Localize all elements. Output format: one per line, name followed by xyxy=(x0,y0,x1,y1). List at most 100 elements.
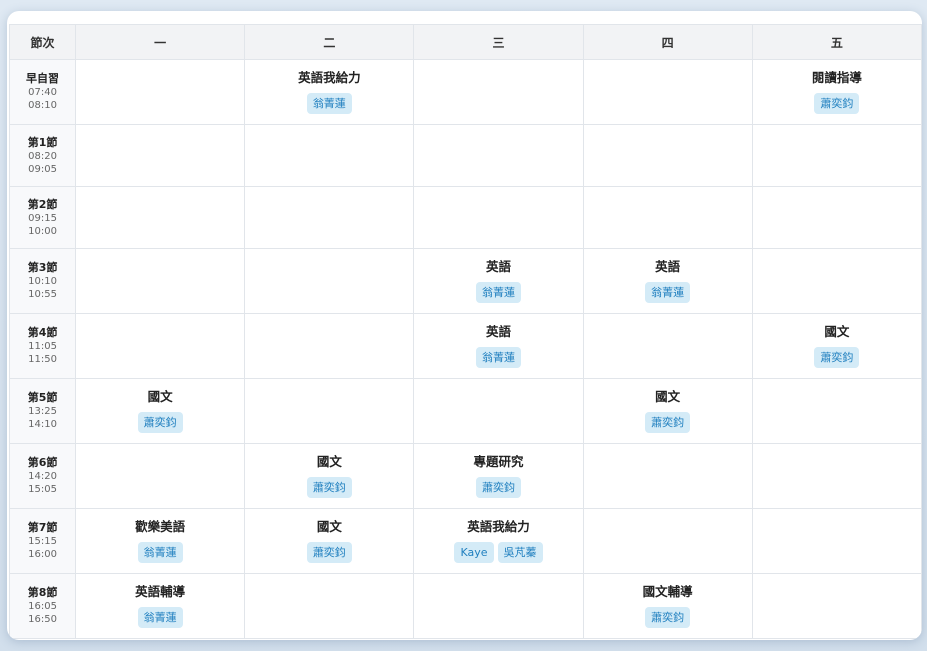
class-cell xyxy=(582,124,753,187)
teacher-list: 翁菁蓮 xyxy=(76,542,244,563)
teacher-tag[interactable]: 吳芃蓁 xyxy=(497,542,543,563)
class-cell xyxy=(751,573,922,639)
teacher-list: 蕭奕鈞 xyxy=(753,347,921,368)
teacher-tag[interactable]: 翁菁蓮 xyxy=(137,542,183,563)
period-start-time: 10:10 xyxy=(28,276,57,287)
timetable-body: 早自習 07:40 08:10 英語我給力 翁菁蓮 閱讀指導 蕭奕鈞 第1節 08:20 09:0… xyxy=(8,59,922,639)
period-cell: 第4節 11:05 11:50 xyxy=(8,313,77,379)
period-cell: 第6節 14:20 15:05 xyxy=(8,443,77,509)
teacher-tag[interactable]: 蕭奕鈞 xyxy=(306,477,352,498)
timetable: 節次 一 二 三 四 五 早自習 07:40 08:10 英語我給力 翁菁蓮 閱讀指導 蕭奕… xyxy=(8,24,922,639)
period-start-time: 14:20 xyxy=(28,471,57,482)
subject-name: 歡樂美語 xyxy=(135,519,186,534)
subject-name: 國文 xyxy=(316,454,342,469)
class-cell[interactable]: 國文 蕭奕鈞 xyxy=(244,508,415,574)
class-cell[interactable]: 英語 翁菁蓮 xyxy=(413,313,584,379)
class-cell xyxy=(75,248,246,314)
teacher-tag[interactable]: 蕭奕鈞 xyxy=(306,542,352,563)
teacher-tag[interactable]: 蕭奕鈞 xyxy=(645,607,691,628)
teacher-list: 翁菁蓮 xyxy=(584,282,752,303)
period-start-time: 07:40 xyxy=(28,87,57,98)
class-cell[interactable]: 國文 蕭奕鈞 xyxy=(244,443,415,509)
period-end-time: 16:00 xyxy=(28,549,57,560)
timetable-row: 第5節 13:25 14:10 國文 蕭奕鈞 國文 蕭奕鈞 xyxy=(8,378,922,444)
period-end-time: 08:10 xyxy=(28,100,57,111)
period-name: 第2節 xyxy=(27,197,58,211)
teacher-tag[interactable]: 蕭奕鈞 xyxy=(645,412,691,433)
period-start-time: 09:15 xyxy=(28,212,57,224)
period-name: 第8節 xyxy=(27,586,58,599)
class-cell xyxy=(75,59,246,125)
class-cell xyxy=(751,443,922,509)
day-header-fri: 五 xyxy=(751,24,922,60)
class-cell xyxy=(75,186,246,249)
teacher-tag[interactable]: 翁菁蓮 xyxy=(645,282,691,303)
class-cell[interactable]: 國文 蕭奕鈞 xyxy=(582,378,753,444)
class-cell xyxy=(244,573,415,639)
class-cell xyxy=(244,248,415,314)
class-cell xyxy=(751,508,922,574)
teacher-list: Kaye 吳芃蓁 xyxy=(414,542,582,563)
timetable-row: 第2節 09:15 10:00 xyxy=(8,186,922,249)
class-cell xyxy=(751,378,922,444)
teacher-tag[interactable]: 翁菁蓮 xyxy=(475,347,521,368)
teacher-list: 翁菁蓮 xyxy=(245,93,413,114)
class-cell[interactable]: 國文 蕭奕鈞 xyxy=(75,378,246,444)
subject-name: 國文輔導 xyxy=(642,584,693,599)
teacher-tag[interactable]: 蕭奕鈞 xyxy=(137,412,183,433)
class-cell xyxy=(244,313,415,379)
subject-name: 英語我給力 xyxy=(467,519,530,534)
class-cell xyxy=(582,186,753,249)
timetable-row: 第7節 15:15 16:00 歡樂美語 翁菁蓮 國文 蕭奕鈞 英語我給力 Kaye 吳芃蓁 xyxy=(8,508,922,574)
subject-name: 英語 xyxy=(655,259,681,274)
teacher-tag[interactable]: Kaye xyxy=(454,542,494,563)
period-start-time: 13:25 xyxy=(28,406,57,417)
class-cell[interactable]: 英語輔導 翁菁蓮 xyxy=(75,573,246,639)
class-cell[interactable]: 專題研究 蕭奕鈞 xyxy=(413,443,584,509)
subject-name: 國文 xyxy=(655,389,681,404)
class-cell xyxy=(244,378,415,444)
class-cell xyxy=(244,186,415,249)
subject-name: 國文 xyxy=(147,389,173,404)
class-cell[interactable]: 國文 蕭奕鈞 xyxy=(751,313,922,379)
period-end-time: 14:10 xyxy=(28,419,57,430)
period-column-header: 節次 xyxy=(8,24,77,60)
period-cell: 第3節 10:10 10:55 xyxy=(8,248,77,314)
teacher-tag[interactable]: 翁菁蓮 xyxy=(137,607,183,628)
timetable-row: 第8節 16:05 16:50 英語輔導 翁菁蓮 國文輔導 蕭奕鈞 xyxy=(8,573,922,639)
subject-name: 英語 xyxy=(485,259,511,274)
class-cell[interactable]: 歡樂美語 翁菁蓮 xyxy=(75,508,246,574)
class-cell xyxy=(75,124,246,187)
class-cell[interactable]: 英語 翁菁蓮 xyxy=(413,248,584,314)
teacher-tag[interactable]: 翁菁蓮 xyxy=(475,282,521,303)
teacher-tag[interactable]: 蕭奕鈞 xyxy=(475,477,521,498)
header-row: 節次 一 二 三 四 五 xyxy=(8,24,922,60)
teacher-tag[interactable]: 蕭奕鈞 xyxy=(814,93,860,114)
class-cell[interactable]: 閱讀指導 蕭奕鈞 xyxy=(751,59,922,125)
period-name: 第3節 xyxy=(27,261,58,274)
class-cell xyxy=(413,378,584,444)
teacher-tag[interactable]: 蕭奕鈞 xyxy=(814,347,860,368)
subject-name: 專題研究 xyxy=(473,454,524,469)
class-cell[interactable]: 英語我給力 翁菁蓮 xyxy=(244,59,415,125)
class-cell[interactable]: 國文輔導 蕭奕鈞 xyxy=(582,573,753,639)
class-cell xyxy=(244,124,415,187)
period-cell: 第2節 09:15 10:00 xyxy=(8,186,77,249)
teacher-list: 蕭奕鈞 xyxy=(76,412,244,433)
teacher-tag[interactable]: 翁菁蓮 xyxy=(306,93,352,114)
period-end-time: 10:55 xyxy=(28,289,57,300)
teacher-list: 蕭奕鈞 xyxy=(753,93,921,114)
timetable-card: 節次 一 二 三 四 五 早自習 07:40 08:10 英語我給力 翁菁蓮 閱讀指導 蕭奕… xyxy=(7,11,922,640)
class-cell[interactable]: 英語我給力 Kaye 吳芃蓁 xyxy=(413,508,584,574)
day-header-wed: 三 xyxy=(413,24,584,60)
teacher-list: 蕭奕鈞 xyxy=(245,542,413,563)
subject-name: 英語我給力 xyxy=(298,70,361,85)
subject-name: 英語輔導 xyxy=(135,584,186,599)
period-end-time: 16:50 xyxy=(28,614,57,625)
period-name: 第4節 xyxy=(27,326,58,339)
teacher-list: 蕭奕鈞 xyxy=(245,477,413,498)
teacher-list: 蕭奕鈞 xyxy=(584,607,752,628)
day-header-thu: 四 xyxy=(582,24,753,60)
class-cell[interactable]: 英語 翁菁蓮 xyxy=(582,248,753,314)
timetable-row: 第4節 11:05 11:50 英語 翁菁蓮 國文 蕭奕鈞 xyxy=(8,313,922,379)
